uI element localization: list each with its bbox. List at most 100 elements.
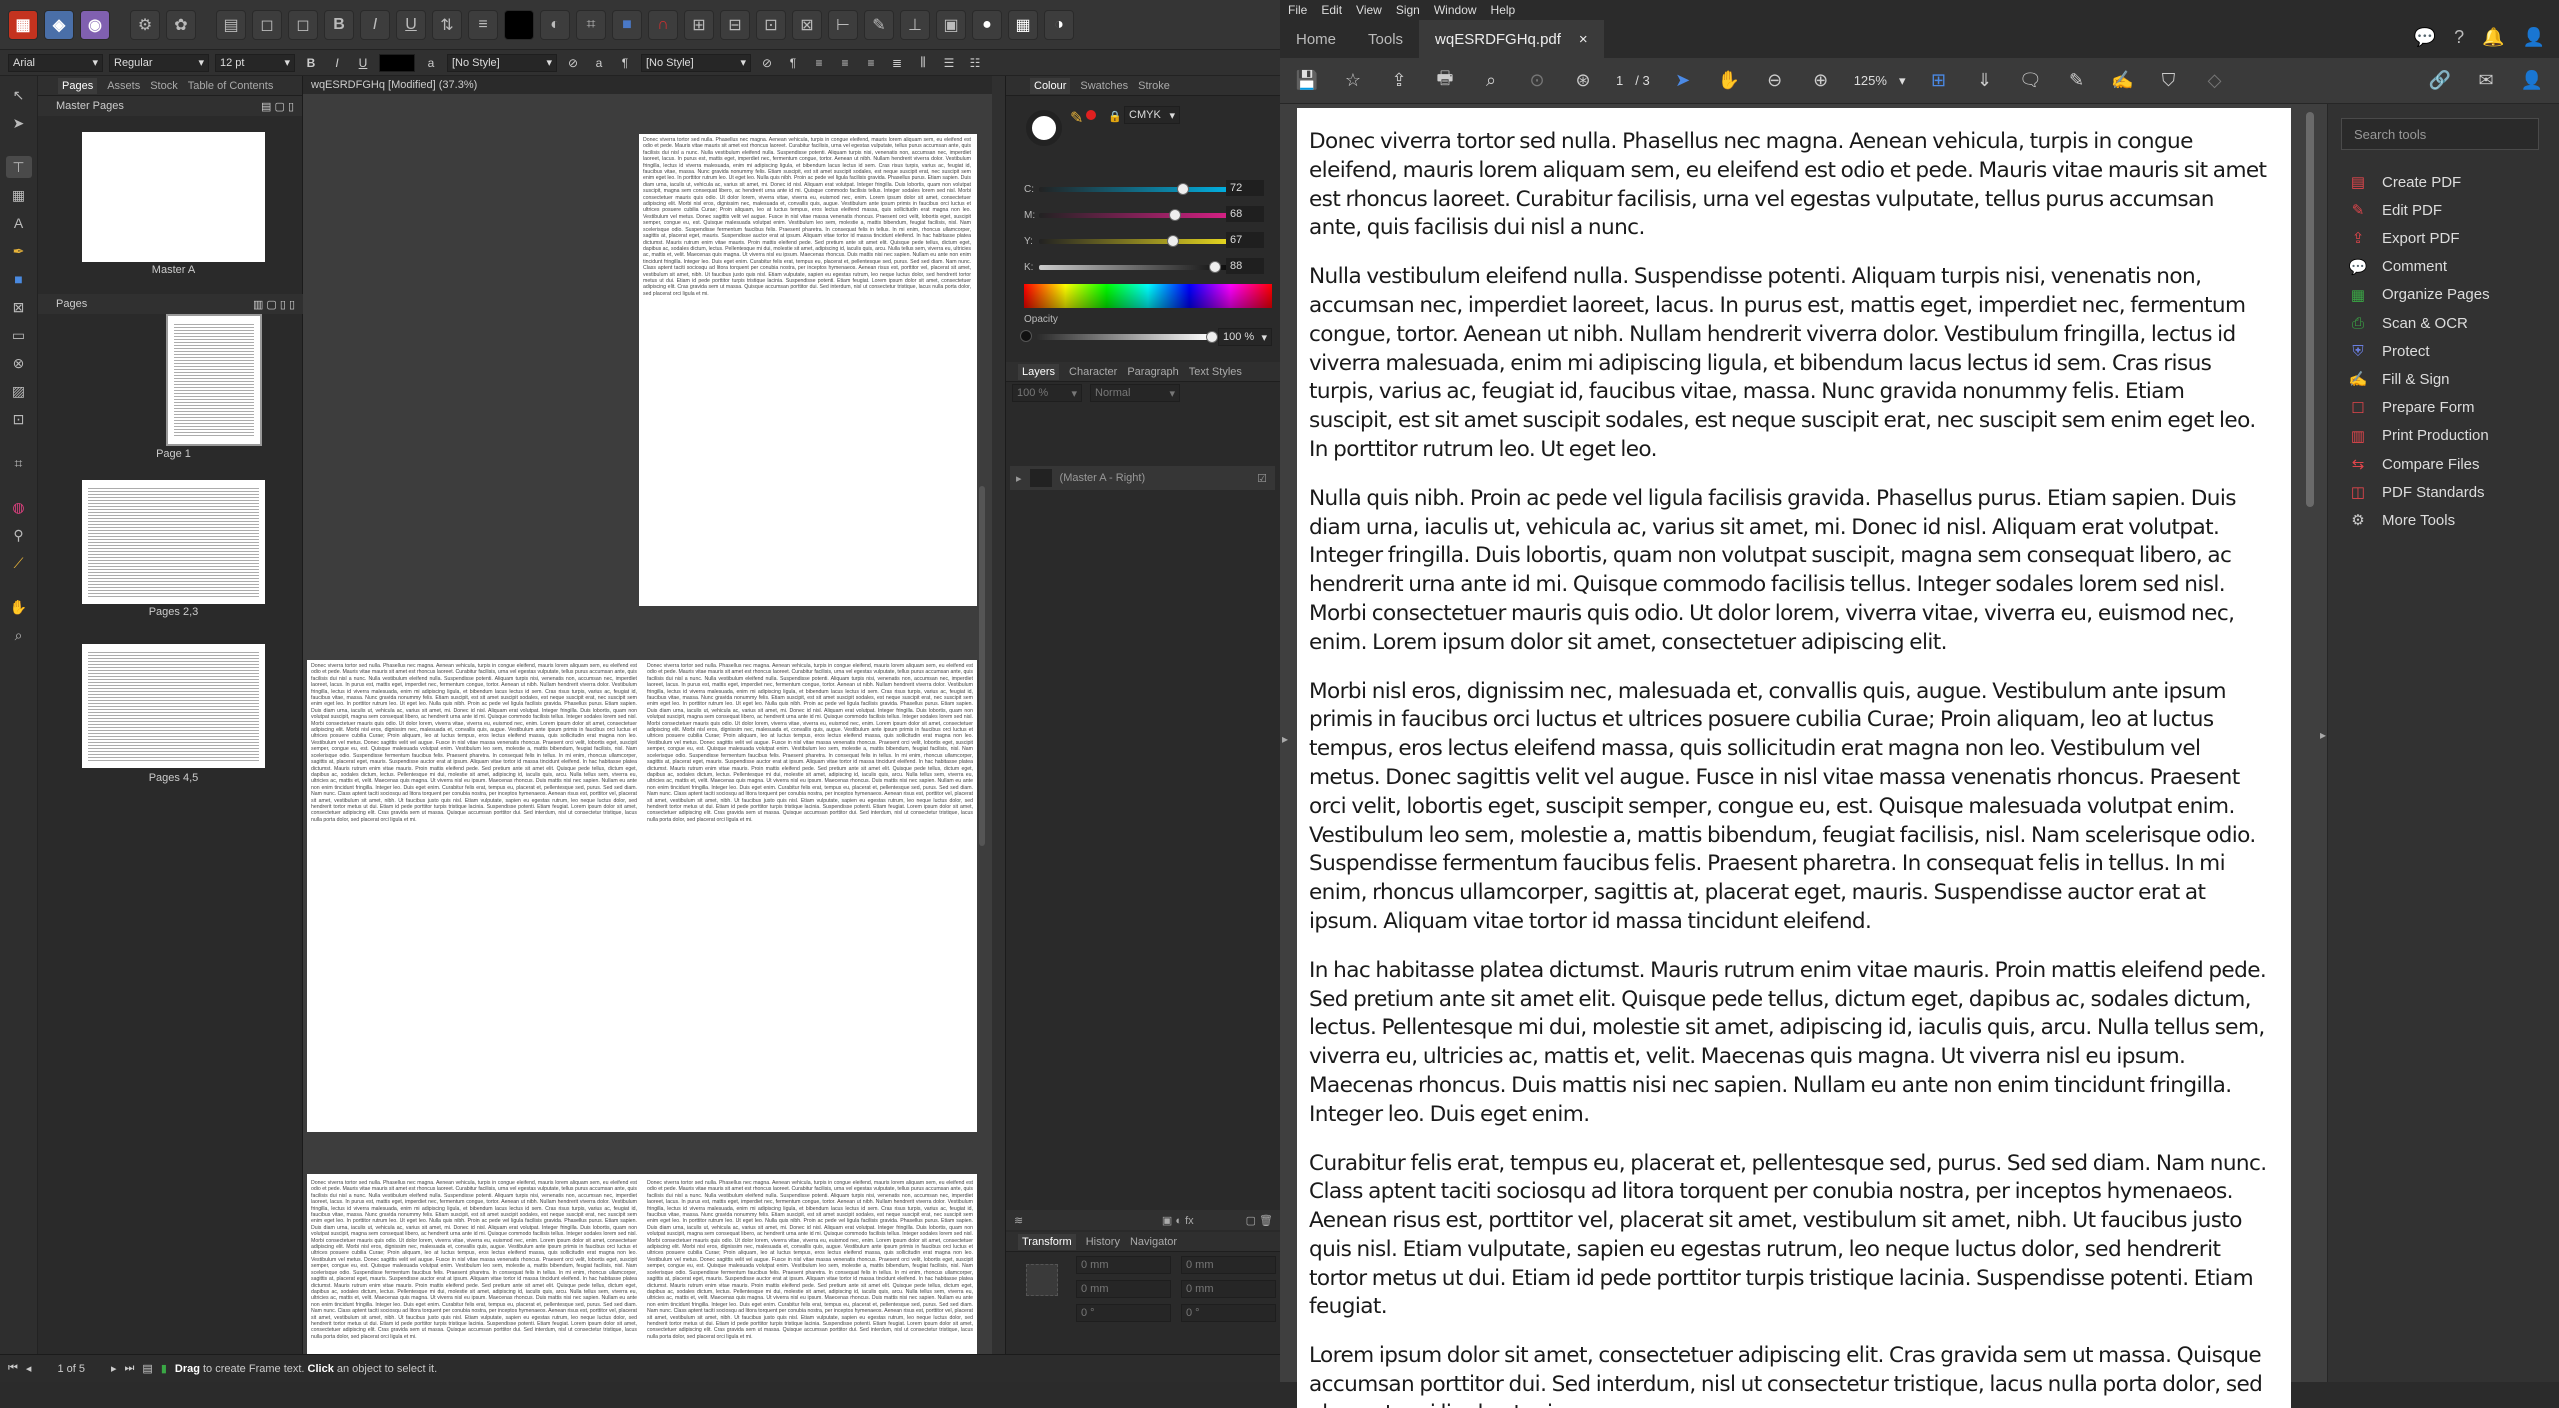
font-size-select[interactable]: 12 pt ▾ (215, 53, 295, 72)
tool-protect[interactable]: ⛨ Protect (2348, 339, 2429, 363)
erase-icon[interactable]: ◇ (2201, 68, 2227, 94)
node-tool-icon[interactable]: ➤ (6, 112, 32, 134)
tab-assets[interactable]: Assets (107, 80, 140, 92)
document-tab[interactable]: wqESRDFGHq [Modified] (37.3%) (303, 76, 992, 94)
slider-knob[interactable] (1167, 235, 1179, 247)
opacity-slider[interactable] (1036, 331, 1218, 343)
slider-value-field[interactable]: 72 (1226, 180, 1264, 196)
bold-icon[interactable]: B (324, 9, 354, 40)
slider-track[interactable] (1039, 209, 1239, 221)
lock-icon[interactable]: ▣ (936, 9, 966, 40)
tab-stock[interactable]: Stock (150, 80, 178, 92)
menu-file[interactable]: File (1288, 3, 1307, 17)
opacity-value-field[interactable]: 100 % ▾ (1218, 328, 1272, 346)
tab-history[interactable]: History (1086, 1236, 1120, 1248)
pages-2-3-thumbnail[interactable] (82, 480, 265, 604)
designer-persona-icon[interactable]: ◈ (44, 9, 74, 40)
justify-icon[interactable]: ≣ (887, 54, 907, 72)
slider-knob[interactable] (1209, 261, 1221, 273)
select-cursor-icon[interactable]: ➤ (1670, 68, 1696, 94)
menu-help[interactable]: Help (1491, 3, 1516, 17)
slider-knob[interactable] (1169, 209, 1181, 221)
slider-knob[interactable] (1177, 183, 1189, 195)
fill-tool-icon[interactable]: ⚲ (6, 524, 32, 546)
link-icon[interactable]: 🔗 (2427, 68, 2453, 94)
master-pages-actions-icon[interactable]: ▤ ▢ ▯ (261, 100, 294, 113)
hand-tool-icon[interactable]: ✋ (6, 596, 32, 618)
order-icon[interactable]: ⊡ (756, 9, 786, 40)
pages-4-5-thumbnail[interactable] (82, 644, 265, 768)
page-1[interactable]: Donec viverra tortor sed nulla. Phasellu… (639, 134, 977, 606)
italic-icon[interactable]: I (360, 9, 390, 40)
para-format-icon[interactable]: ¶ (783, 54, 803, 72)
master-a-thumbnail[interactable] (82, 132, 265, 262)
align-right-icon[interactable]: ≡ (861, 54, 881, 72)
insert-icon[interactable]: ⊞ (684, 9, 714, 40)
spread-4-5[interactable]: Donec viverra tortor sed nulla. Phasellu… (307, 1174, 977, 1354)
tool-edit-pdf[interactable]: ✎ Edit PDF (2348, 198, 2442, 222)
pdf-scroll-thumb[interactable] (2306, 112, 2314, 507)
email-icon[interactable]: ✉ (2473, 68, 2499, 94)
vector-crop-tool-icon[interactable]: ⊡ (6, 408, 32, 430)
align-center-icon[interactable]: ≡ (835, 54, 855, 72)
eye-icon[interactable]: ◐ (540, 9, 570, 40)
font-family-select[interactable]: Arial ▾ (8, 53, 103, 72)
comment-tool-icon[interactable]: 🗨 (2017, 68, 2043, 94)
pencil-icon[interactable]: ✎ (864, 9, 894, 40)
document-setup-icon[interactable]: ⚙ (130, 9, 160, 40)
pdf-viewer[interactable]: Donec viverra tortor sed nulla. Phasellu… (1280, 104, 2327, 1408)
pdf-scrollbar[interactable] (2303, 104, 2317, 1382)
cmyk-slider-row[interactable]: M: 68 (1024, 206, 1274, 224)
zoom-tool-icon[interactable]: ⌕ (6, 624, 32, 646)
tab-paragraph[interactable]: Paragraph (1127, 366, 1178, 378)
layer-row-master[interactable]: ▸ (Master A - Right) ☑ (1010, 466, 1275, 490)
stamp-icon[interactable]: ⛉ (2155, 68, 2181, 94)
colour-model-select[interactable]: CMYK ▾ (1124, 106, 1180, 124)
tab-stroke[interactable]: Stroke (1138, 80, 1170, 92)
tool-comment[interactable]: 💬 Comment (2348, 255, 2447, 279)
left-pane-toggle-icon[interactable]: ▸ (1282, 732, 1288, 746)
view-mode-icon[interactable]: ◻ (252, 9, 282, 40)
arrange-icon[interactable]: ⇅ (432, 9, 462, 40)
search-tools-input[interactable]: Search tools (2341, 118, 2539, 150)
save-icon[interactable]: 💾 (1294, 68, 1320, 94)
publisher-persona-icon[interactable]: ▦ (8, 9, 38, 40)
frame-icon[interactable]: ■ (612, 9, 642, 40)
tool-create-pdf[interactable]: ▤ Create PDF (2348, 170, 2461, 194)
opacity-knob[interactable] (1206, 331, 1218, 343)
preflight-icon[interactable]: ▤ (216, 9, 246, 40)
sign-icon[interactable]: ✍ (2109, 68, 2135, 94)
expand-layer-icon[interactable]: ▸ (1016, 472, 1022, 485)
slider-value-field[interactable]: 68 (1226, 206, 1264, 222)
prev-page-icon[interactable]: ◂ (26, 1362, 32, 1375)
page-indicator[interactable]: 1 of 5 (57, 1363, 85, 1375)
char-style-select[interactable]: [No Style] ▾ (447, 53, 557, 72)
font-style-select[interactable]: Regular ▾ (109, 53, 209, 72)
menu-window[interactable]: Window (1434, 3, 1477, 17)
prev-page-icon[interactable]: ⊙ (1524, 68, 1550, 94)
clear-char-style-icon[interactable]: ⊘ (563, 54, 583, 72)
char-format-icon[interactable]: a (589, 54, 609, 72)
tab-swatches[interactable]: Swatches (1080, 80, 1128, 92)
chat-icon[interactable]: 💬 (2414, 27, 2436, 48)
tool-scan-ocr[interactable]: ⎙ Scan & OCR (2348, 311, 2468, 335)
page-manager-icon[interactable]: ▤ (142, 1362, 152, 1375)
boolean-icon[interactable]: ⊟ (720, 9, 750, 40)
crop-tool-icon[interactable]: ⌗ (6, 452, 32, 474)
colour-spectrum[interactable] (1024, 284, 1272, 308)
fill-stroke-well[interactable] (1026, 110, 1062, 146)
scroll-mode-icon[interactable]: ⇓ (1971, 68, 1997, 94)
artistic-text-tool-icon[interactable]: A (6, 212, 32, 234)
preferences-icon[interactable]: ✿ (166, 9, 196, 40)
layer-opacity-field[interactable]: 100 % ▾ (1012, 384, 1082, 402)
transform-shear-field[interactable]: 0 ° (1181, 1304, 1276, 1322)
tool-more-tools[interactable]: ⚙ More Tools (2348, 508, 2455, 532)
tab-layers[interactable]: Layers (1018, 363, 1060, 380)
menu-edit[interactable]: Edit (1321, 3, 1342, 17)
underline-button[interactable]: U (353, 54, 373, 72)
picture-frame-tool-icon[interactable]: ⊠ (6, 296, 32, 318)
move-tool-icon[interactable]: ↖ (6, 84, 32, 106)
close-tab-icon[interactable]: × (1579, 31, 1588, 48)
numbering-icon[interactable]: ☷ (965, 54, 985, 72)
transform-h-field[interactable]: 0 mm (1181, 1280, 1276, 1298)
